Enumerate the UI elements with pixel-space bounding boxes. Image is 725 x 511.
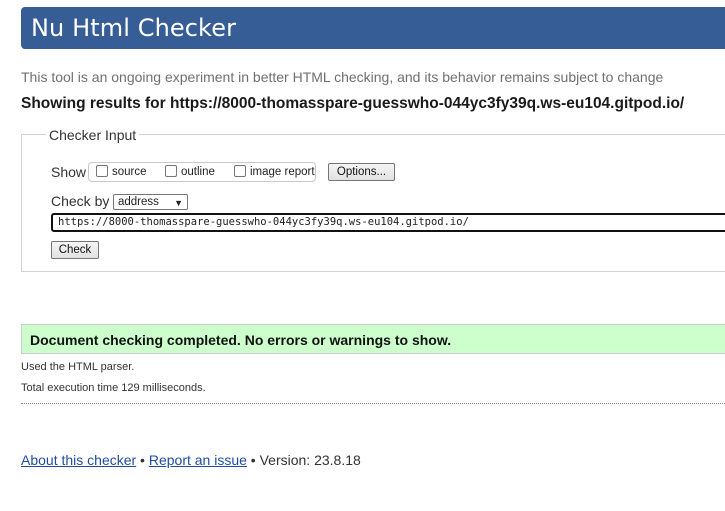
source-checkbox[interactable] xyxy=(96,165,108,177)
report-issue-link[interactable]: Report an issue xyxy=(149,452,247,468)
url-input[interactable]: https://8000-thomasspare-guesswho-044yc3… xyxy=(51,213,725,232)
results-heading: Showing results for https://8000-thomass… xyxy=(21,95,685,112)
status-message: Document checking completed. No errors o… xyxy=(30,332,452,348)
subtitle-text: This tool is an ongoing experiment in be… xyxy=(21,69,664,85)
chevron-down-icon: ▼ xyxy=(174,198,183,208)
page-title: Nu Html Checker xyxy=(31,14,237,42)
parser-info: Used the HTML parser. xyxy=(21,361,135,373)
execution-time-info: Total execution time 129 milliseconds. xyxy=(21,382,206,394)
image-report-checkbox[interactable] xyxy=(234,165,246,177)
check-by-value: address xyxy=(118,196,159,208)
check-button[interactable]: Check xyxy=(51,241,99,259)
image-report-checkbox-label[interactable]: image report xyxy=(250,166,315,178)
divider xyxy=(21,403,725,404)
checker-input-fieldset: Checker Input Show source outline image … xyxy=(21,127,725,272)
source-checkbox-label[interactable]: source xyxy=(112,166,147,178)
app-header: Nu Html Checker xyxy=(21,7,725,49)
check-by-select[interactable]: address ▼ xyxy=(113,194,188,210)
status-message-box: Document checking completed. No errors o… xyxy=(21,324,725,354)
outline-checkbox[interactable] xyxy=(165,165,177,177)
checker-input-legend: Checker Input xyxy=(46,127,140,143)
show-options-group: source outline image report xyxy=(88,162,316,182)
outline-checkbox-label[interactable]: outline xyxy=(181,166,215,178)
check-by-label: Check by xyxy=(51,193,110,209)
footer: About this checker • Report an issue • V… xyxy=(21,452,361,468)
show-label: Show xyxy=(51,164,87,180)
about-link[interactable]: About this checker xyxy=(21,452,136,468)
footer-separator: • xyxy=(136,452,149,468)
options-button[interactable]: Options... xyxy=(328,163,395,181)
version-text: • Version: 23.8.18 xyxy=(246,452,361,468)
